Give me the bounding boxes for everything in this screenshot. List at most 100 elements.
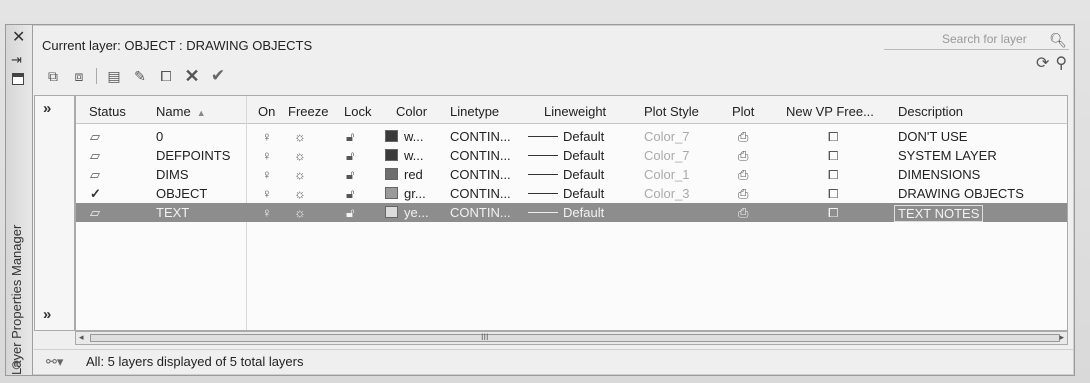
lightbulb-icon[interactable]: ♀ bbox=[262, 186, 272, 201]
column-header-status[interactable]: Status bbox=[89, 104, 126, 119]
top-right-tools: ⟳⚲ bbox=[1036, 53, 1073, 73]
refresh-icon[interactable]: ⟳ bbox=[1036, 55, 1055, 72]
expand-filter-icon[interactable]: » bbox=[43, 100, 51, 117]
sun-icon[interactable]: ☼ bbox=[294, 205, 306, 220]
horizontal-scrollbar[interactable]: ◂ III ▸ bbox=[75, 331, 1068, 345]
layer-color[interactable]: red bbox=[385, 167, 423, 182]
layer-row[interactable]: ▱ DIMS ♀ ☼ 🔓︎ red CONTIN... Default Colo… bbox=[76, 165, 1067, 184]
column-header-lineweight[interactable]: Lineweight bbox=[544, 104, 606, 119]
layer-name[interactable]: DIMS bbox=[156, 167, 189, 182]
printer-icon[interactable]: ⎙ bbox=[738, 205, 748, 221]
layer-lineweight[interactable]: Default bbox=[528, 186, 604, 201]
close-icon[interactable]: ✕ bbox=[12, 27, 25, 47]
column-header-plot[interactable]: Plot bbox=[732, 104, 754, 119]
layer-linetype[interactable]: CONTIN... bbox=[450, 186, 511, 201]
layer-description[interactable]: SYSTEM LAYER bbox=[898, 148, 997, 163]
auto-hide-icon[interactable]: ⇥ bbox=[11, 52, 22, 68]
padlock-icon[interactable]: 🔓︎ bbox=[346, 129, 354, 145]
vp-freeze-icon[interactable]: ⧠ bbox=[828, 148, 838, 164]
layer-linetype[interactable]: CONTIN... bbox=[450, 167, 511, 182]
column-header-lock[interactable]: Lock bbox=[344, 104, 371, 119]
layer-description[interactable]: DIMENSIONS bbox=[898, 167, 980, 182]
lineweight-sample bbox=[528, 136, 558, 137]
column-header-name-label: Name bbox=[156, 104, 191, 119]
column-header-description[interactable]: Description bbox=[898, 104, 963, 119]
printer-disabled-icon[interactable]: ⎙ bbox=[738, 148, 748, 164]
new-property-filter-icon[interactable]: ⧉ bbox=[44, 67, 62, 85]
filter-icon[interactable]: ⚯▾ bbox=[46, 354, 63, 370]
layer-linetype[interactable]: CONTIN... bbox=[450, 148, 511, 163]
lineweight-sample bbox=[528, 155, 558, 156]
layer-description[interactable]: DRAWING OBJECTS bbox=[898, 186, 1024, 201]
column-header-on[interactable]: On bbox=[258, 104, 275, 119]
printer-icon[interactable]: ⎙ bbox=[738, 186, 748, 202]
layer-row[interactable]: ✓ OBJECT ♀ ☼ 🔓︎ gr... CONTIN... Default … bbox=[76, 184, 1067, 203]
padlock-icon[interactable]: 🔓︎ bbox=[346, 186, 354, 202]
sun-icon[interactable]: ☼ bbox=[294, 129, 306, 144]
layer-plot-style: Color_1 bbox=[644, 167, 690, 182]
search-icon: 🔍︎ bbox=[1049, 32, 1067, 48]
color-swatch bbox=[385, 168, 398, 180]
vp-freeze-icon[interactable]: ⧠ bbox=[828, 205, 838, 221]
sort-ascending-icon: ▲ bbox=[196, 108, 206, 118]
layer-row-selected[interactable]: ▱ TEXT ♀ ☼ 🔓︎ ye... CONTIN... Default ⎙ … bbox=[76, 203, 1067, 222]
layer-name[interactable]: DEFPOINTS bbox=[156, 148, 230, 163]
printer-icon[interactable]: ⎙ bbox=[738, 167, 748, 183]
padlock-icon[interactable]: 🔓︎ bbox=[346, 148, 354, 164]
layer-name[interactable]: OBJECT bbox=[156, 186, 207, 201]
settings-icon[interactable]: ⚲ bbox=[1055, 55, 1073, 72]
layer-color[interactable]: w... bbox=[385, 129, 424, 144]
vp-freeze-icon[interactable]: ⧠ bbox=[828, 167, 838, 183]
layer-row[interactable]: ▱ DEFPOINTS ♀ ☼ 🔓︎ w... CONTIN... Defaul… bbox=[76, 146, 1067, 165]
layer-lineweight[interactable]: Default bbox=[528, 129, 604, 144]
new-layer-icon[interactable]: ✎ bbox=[131, 67, 149, 85]
scrollbar-thumb[interactable]: III bbox=[90, 332, 1060, 342]
layer-lineweight[interactable]: Default bbox=[528, 167, 604, 182]
layer-lineweight[interactable]: Default bbox=[528, 205, 604, 220]
column-header-color[interactable]: Color bbox=[396, 104, 427, 119]
delete-layer-icon[interactable]: ✕ bbox=[183, 66, 201, 86]
column-header-plot-style[interactable]: Plot Style bbox=[644, 104, 699, 119]
vp-freeze-icon[interactable]: ⧠ bbox=[828, 186, 838, 202]
toolbar-divider bbox=[96, 68, 97, 84]
layer-color[interactable]: gr... bbox=[385, 186, 426, 201]
new-layer-vp-frozen-icon[interactable]: ⧠ bbox=[157, 67, 175, 85]
layer-color[interactable]: w... bbox=[385, 148, 424, 163]
layer-list: Status Name ▲ On Freeze Lock Color Linety… bbox=[75, 95, 1068, 331]
palette-menu-icon[interactable]: ⊜ bbox=[11, 357, 22, 373]
printer-icon[interactable]: ⎙ bbox=[738, 129, 748, 145]
scroll-right-icon[interactable]: ▸ bbox=[1059, 332, 1064, 343]
color-name: w... bbox=[404, 129, 424, 144]
properties-icon[interactable] bbox=[12, 73, 24, 85]
padlock-icon[interactable]: 🔓︎ bbox=[346, 167, 354, 183]
layer-states-manager-icon[interactable]: ▤ bbox=[105, 67, 123, 85]
layer-name[interactable]: TEXT bbox=[156, 205, 189, 220]
scroll-left-icon[interactable]: ◂ bbox=[79, 332, 84, 343]
sun-icon[interactable]: ☼ bbox=[294, 167, 306, 182]
layer-name[interactable]: 0 bbox=[156, 129, 163, 144]
vp-freeze-icon[interactable]: ⧠ bbox=[828, 129, 838, 145]
layer-lineweight[interactable]: Default bbox=[528, 148, 604, 163]
column-header-linetype[interactable]: Linetype bbox=[450, 104, 499, 119]
layer-description[interactable]: DON'T USE bbox=[898, 129, 967, 144]
lightbulb-icon[interactable]: ♀ bbox=[262, 148, 272, 163]
set-current-icon[interactable]: ✔ bbox=[209, 66, 227, 85]
padlock-icon[interactable]: 🔓︎ bbox=[346, 205, 354, 221]
expand-filter-bottom-icon[interactable]: » bbox=[43, 306, 51, 323]
sun-icon[interactable]: ☼ bbox=[294, 186, 306, 201]
layer-description[interactable]: TEXT NOTES bbox=[894, 205, 984, 222]
lightbulb-icon[interactable]: ♀ bbox=[262, 129, 272, 144]
layer-linetype[interactable]: CONTIN... bbox=[450, 205, 511, 220]
lightbulb-icon[interactable]: ♀ bbox=[262, 167, 272, 182]
layer-row[interactable]: ▱ 0 ♀ ☼ 🔓︎ w... CONTIN... Default Color_… bbox=[76, 127, 1067, 146]
lightbulb-icon[interactable]: ♀ bbox=[262, 205, 272, 220]
column-header-freeze[interactable]: Freeze bbox=[288, 104, 328, 119]
layer-linetype[interactable]: CONTIN... bbox=[450, 129, 511, 144]
column-header-new-vp-freeze[interactable]: New VP Free... bbox=[786, 104, 874, 119]
column-header-name[interactable]: Name ▲ bbox=[156, 104, 206, 119]
layer-color[interactable]: ye... bbox=[385, 205, 429, 220]
new-group-filter-icon[interactable]: ⧈ bbox=[70, 67, 88, 85]
search-input[interactable]: Search for layer 🔍︎ bbox=[884, 30, 1069, 50]
sun-icon[interactable]: ☼ bbox=[294, 148, 306, 163]
filter-tree-pane: » » bbox=[34, 95, 75, 331]
